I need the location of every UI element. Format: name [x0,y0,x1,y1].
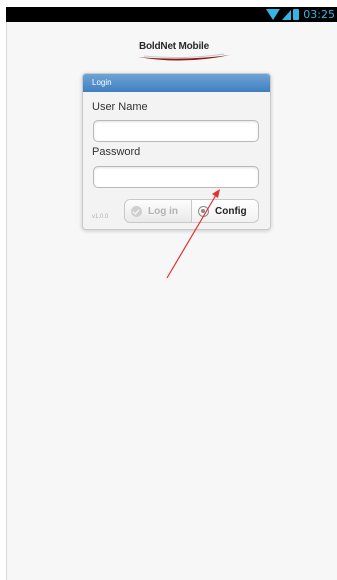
battery-icon [293,9,300,20]
wifi-icon [266,9,281,20]
version-label: v1.0.0 [92,214,109,220]
app-screen: BoldNet Mobile Login User Name Password … [6,22,337,580]
signal-icon [282,9,292,20]
logo-swoosh-icon [138,53,230,61]
password-input[interactable] [93,166,259,188]
password-label: Password [92,146,141,158]
check-icon [131,205,142,217]
login-panel-header: Login [83,74,270,92]
gear-icon [198,205,209,217]
status-icons: 03:25 [266,8,335,21]
status-clock: 03:25 [303,8,335,21]
status-bar: 03:25 [6,7,337,22]
app-logo: BoldNet Mobile [134,40,234,66]
config-button[interactable]: Config [191,199,259,223]
login-button-label: Log in [148,205,178,217]
login-button[interactable]: Log in [124,199,192,223]
username-input[interactable] [93,120,259,142]
config-button-label: Config [215,205,247,217]
username-label: User Name [92,101,148,113]
login-panel: Login User Name Password v1.0.0 Log in C… [82,73,271,230]
